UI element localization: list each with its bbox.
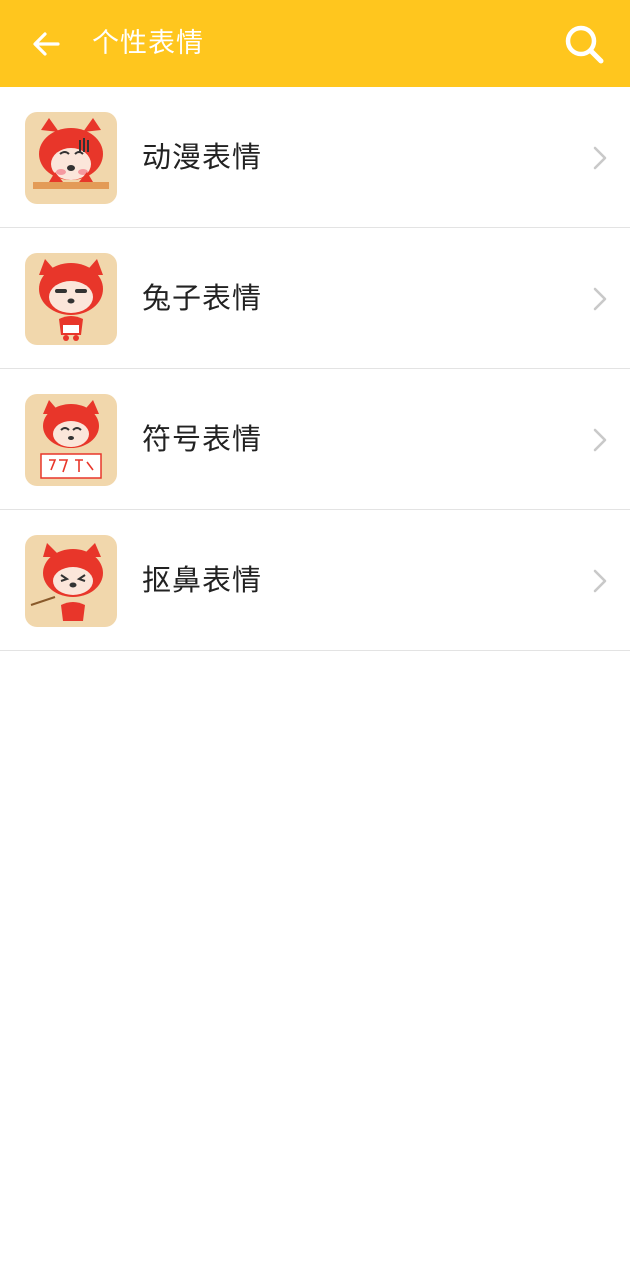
sticker-category-list: 动漫表情 兔子表情 符号表情 抠鼻表情 bbox=[0, 87, 630, 651]
chevron-right-icon bbox=[593, 146, 607, 170]
list-item-label: 动漫表情 bbox=[142, 140, 263, 174]
list-item-label: 符号表情 bbox=[142, 422, 263, 456]
arrow-left-icon bbox=[33, 32, 60, 56]
search-icon bbox=[565, 25, 604, 64]
fox-sleepy-sticker-thumbnail bbox=[25, 253, 117, 345]
chevron-right-icon bbox=[593, 428, 607, 452]
page-title: 个性表情 bbox=[92, 28, 204, 59]
chevron-right-icon bbox=[593, 287, 607, 311]
list-item-nose-picking-stickers[interactable]: 抠鼻表情 bbox=[0, 510, 630, 651]
fox-picking-nose-sticker-thumbnail bbox=[25, 535, 117, 627]
list-item-anime-stickers[interactable]: 动漫表情 bbox=[0, 87, 630, 228]
search-button[interactable] bbox=[560, 20, 608, 68]
list-item-label: 兔子表情 bbox=[142, 281, 263, 315]
back-button[interactable] bbox=[24, 22, 68, 66]
app-screen: 个性表情 动漫表情 兔子表情 符号表情 抠鼻表情 bbox=[0, 0, 630, 1280]
fox-sign-sticker-thumbnail bbox=[25, 394, 117, 486]
fox-crying-sticker-thumbnail bbox=[25, 112, 117, 204]
list-item-rabbit-stickers[interactable]: 兔子表情 bbox=[0, 228, 630, 369]
top-app-bar: 个性表情 bbox=[0, 0, 630, 87]
list-item-symbol-stickers[interactable]: 符号表情 bbox=[0, 369, 630, 510]
list-item-label: 抠鼻表情 bbox=[142, 563, 263, 597]
chevron-right-icon bbox=[593, 569, 607, 593]
